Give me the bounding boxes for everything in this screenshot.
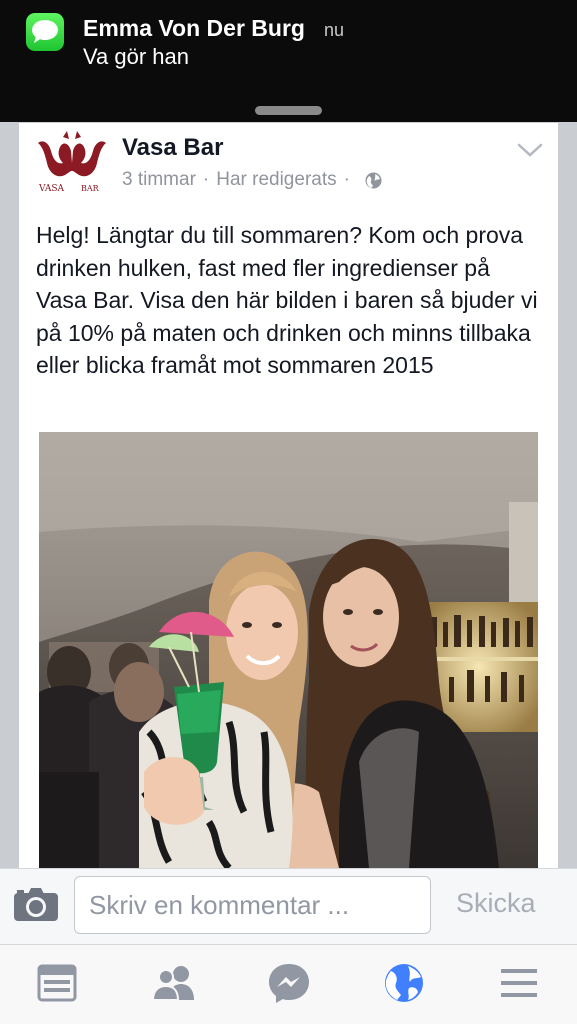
page-name[interactable]: Vasa Bar	[122, 134, 223, 162]
messenger-icon[interactable]	[268, 962, 310, 1004]
page-avatar[interactable]: VASA BAR	[35, 129, 110, 199]
post-meta: 3 timmar · Har redigerats ·	[122, 169, 382, 191]
notification-drag-handle[interactable]	[255, 106, 322, 115]
friends-icon[interactable]	[151, 962, 194, 1004]
notification-time: nu	[324, 20, 345, 40]
post-options-chevron-icon[interactable]	[516, 140, 544, 160]
comment-input[interactable]	[74, 876, 431, 934]
separator-dot: ·	[343, 169, 350, 190]
post-photo[interactable]	[39, 432, 538, 868]
news-feed-icon[interactable]	[37, 962, 79, 1004]
svg-text:BAR: BAR	[81, 184, 100, 193]
menu-icon[interactable]	[499, 962, 541, 1004]
separator-dot: ·	[202, 169, 210, 190]
camera-icon[interactable]	[13, 886, 59, 922]
notification-sender: Emma Von Der Burg	[83, 15, 305, 41]
globe-icon[interactable]	[383, 962, 425, 1004]
send-button[interactable]: Skicka	[456, 888, 536, 919]
globe-icon	[365, 172, 382, 189]
edited-label[interactable]: Har redigerats	[216, 169, 336, 191]
notification-banner[interactable]: Emma Von Der Burg nu Va gör han	[0, 0, 577, 122]
notification-message: Va gör han	[83, 44, 190, 69]
post-time[interactable]: 3 timmar	[122, 169, 196, 191]
post-text: Helg! Längtar du till sommaren? Kom och …	[36, 222, 538, 379]
messages-icon	[26, 13, 64, 51]
left-gutter	[0, 123, 19, 868]
screen: { "notification": { "sender": "Emma Von …	[0, 0, 577, 1024]
right-gutter	[558, 123, 577, 868]
svg-text:VASA: VASA	[38, 184, 65, 194]
